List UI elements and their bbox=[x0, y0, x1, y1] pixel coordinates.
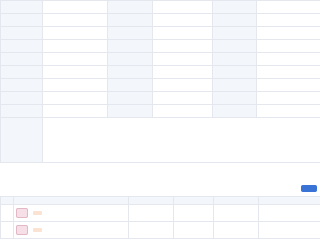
shareholder-cell bbox=[128, 204, 174, 222]
business-scope-text bbox=[42, 117, 320, 163]
info-label bbox=[212, 91, 257, 105]
info-row bbox=[0, 52, 320, 66]
info-row bbox=[0, 78, 320, 92]
info-value bbox=[152, 91, 213, 105]
shareholder-column-header bbox=[258, 196, 320, 205]
shareholder-column-header bbox=[128, 196, 174, 205]
shareholder-row[interactable] bbox=[0, 221, 320, 239]
info-label bbox=[0, 13, 43, 27]
info-label bbox=[107, 91, 153, 105]
info-row bbox=[0, 104, 320, 118]
info-label bbox=[212, 65, 257, 79]
info-value bbox=[42, 0, 108, 14]
info-value bbox=[152, 13, 213, 27]
info-label bbox=[0, 104, 43, 118]
shareholder-table bbox=[0, 196, 320, 239]
info-value bbox=[256, 91, 320, 105]
info-value bbox=[256, 13, 320, 27]
info-label bbox=[212, 26, 257, 40]
info-value bbox=[42, 39, 108, 53]
business-scope-row bbox=[0, 117, 320, 163]
info-value bbox=[152, 104, 213, 118]
info-label bbox=[212, 52, 257, 66]
shareholder-cell bbox=[213, 204, 259, 222]
info-row bbox=[0, 0, 320, 14]
info-label bbox=[0, 91, 43, 105]
shareholder-cell bbox=[213, 221, 259, 239]
info-label bbox=[107, 13, 153, 27]
info-row bbox=[0, 39, 320, 53]
company-seal-icon bbox=[16, 208, 28, 218]
company-seal-icon bbox=[16, 225, 28, 235]
info-label bbox=[212, 0, 257, 14]
shareholder-column-header bbox=[173, 196, 214, 205]
info-value bbox=[152, 78, 213, 92]
shareholder-cell bbox=[173, 204, 214, 222]
info-value bbox=[42, 65, 108, 79]
shareholder-tag bbox=[33, 211, 42, 215]
info-value bbox=[42, 52, 108, 66]
info-value bbox=[256, 26, 320, 40]
info-value bbox=[42, 91, 108, 105]
info-value bbox=[152, 39, 213, 53]
info-label bbox=[0, 52, 43, 66]
shareholder-cell bbox=[0, 221, 14, 239]
info-label bbox=[212, 13, 257, 27]
info-label bbox=[107, 26, 153, 40]
info-label bbox=[212, 39, 257, 53]
shareholder-column-header bbox=[0, 196, 14, 205]
shareholder-cell bbox=[173, 221, 214, 239]
info-label bbox=[107, 52, 153, 66]
shareholder-tag bbox=[33, 228, 42, 232]
info-value bbox=[152, 52, 213, 66]
info-value bbox=[42, 104, 108, 118]
info-label bbox=[107, 0, 153, 14]
business-scope-label bbox=[0, 117, 43, 163]
shareholder-name-cell bbox=[13, 204, 129, 222]
shareholder-export-button[interactable] bbox=[301, 184, 317, 192]
info-label bbox=[0, 39, 43, 53]
business-info-table bbox=[0, 0, 320, 163]
shareholder-cell bbox=[258, 221, 320, 239]
info-row bbox=[0, 13, 320, 27]
info-label bbox=[107, 39, 153, 53]
info-value bbox=[256, 52, 320, 66]
info-label bbox=[107, 65, 153, 79]
info-value bbox=[152, 0, 213, 14]
info-value bbox=[42, 13, 108, 27]
shareholder-column-header bbox=[213, 196, 259, 205]
shareholder-cell bbox=[0, 204, 14, 222]
info-row bbox=[0, 91, 320, 105]
info-value bbox=[152, 26, 213, 40]
info-label bbox=[0, 0, 43, 14]
info-value bbox=[256, 0, 320, 14]
info-label bbox=[212, 104, 257, 118]
info-row bbox=[0, 26, 320, 40]
shareholder-column-header bbox=[13, 196, 129, 205]
shareholder-row[interactable] bbox=[0, 204, 320, 222]
info-label bbox=[107, 104, 153, 118]
shareholder-cell bbox=[128, 221, 174, 239]
shareholder-section-header bbox=[0, 181, 320, 195]
info-label bbox=[0, 26, 43, 40]
info-value bbox=[42, 78, 108, 92]
info-value bbox=[256, 39, 320, 53]
info-value bbox=[256, 78, 320, 92]
info-value bbox=[152, 65, 213, 79]
shareholder-name-cell bbox=[13, 221, 129, 239]
info-label bbox=[107, 78, 153, 92]
info-value bbox=[256, 104, 320, 118]
info-row bbox=[0, 65, 320, 79]
shareholder-header-row bbox=[0, 196, 320, 205]
info-label bbox=[212, 78, 257, 92]
info-label bbox=[0, 65, 43, 79]
shareholder-cell bbox=[258, 204, 320, 222]
info-value bbox=[42, 26, 108, 40]
info-label bbox=[0, 78, 43, 92]
info-value bbox=[256, 65, 320, 79]
